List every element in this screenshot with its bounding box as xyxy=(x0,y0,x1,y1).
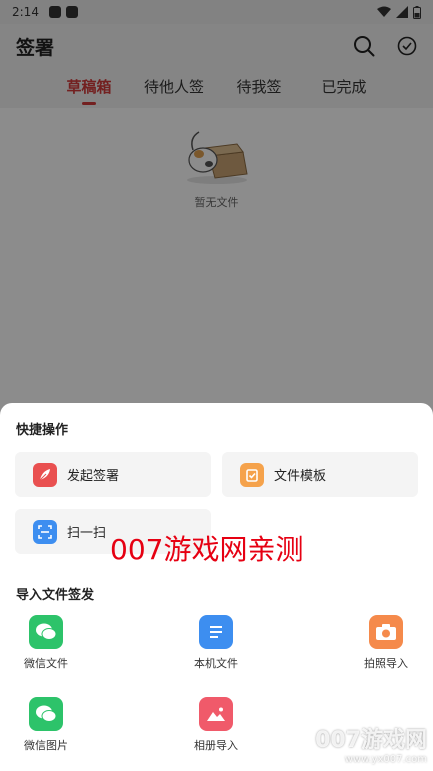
import-wechat-file-button[interactable]: 微信文件 xyxy=(6,615,86,671)
camera-icon xyxy=(369,615,403,649)
wechat-file-icon xyxy=(29,615,63,649)
quill-icon xyxy=(33,462,57,487)
scan-label: 扫一扫 xyxy=(67,526,107,541)
import-camera-label: 拍照导入 xyxy=(364,657,408,670)
bottom-sheet: 快捷操作 发起签署 文件模板 扫一扫 导入文件签发 微信文件 本机文件 拍照导入… xyxy=(0,403,433,771)
start-signing-label: 发起签署 xyxy=(67,469,120,484)
import-local-file-button[interactable]: 本机文件 xyxy=(176,615,256,671)
template-icon xyxy=(240,462,264,487)
watermark-url: www.yx007.com xyxy=(344,754,427,765)
file-template-label: 文件模板 xyxy=(274,469,327,484)
scan-icon xyxy=(33,519,57,544)
import-wechat-image-button[interactable]: 微信图片 xyxy=(6,697,86,753)
quick-actions-title: 快捷操作 xyxy=(16,423,69,438)
start-signing-button[interactable]: 发起签署 xyxy=(15,452,211,497)
watermark-text: 007游戏网亲测 xyxy=(110,533,304,566)
import-section-title: 导入文件签发 xyxy=(16,588,95,603)
local-file-icon xyxy=(199,615,233,649)
import-wechat-image-label: 微信图片 xyxy=(24,739,68,752)
import-album-label: 相册导入 xyxy=(194,739,238,752)
album-icon xyxy=(199,697,233,731)
import-wechat-file-label: 微信文件 xyxy=(24,657,68,670)
import-local-file-label: 本机文件 xyxy=(194,657,238,670)
wechat-image-icon xyxy=(29,697,63,731)
watermark-logo-text: 007游戏网 xyxy=(315,728,427,753)
import-album-button[interactable]: 相册导入 xyxy=(176,697,256,753)
file-template-button[interactable]: 文件模板 xyxy=(222,452,418,497)
watermark-logo: 007游戏网 www.yx007.com xyxy=(315,722,427,765)
import-camera-button[interactable]: 拍照导入 xyxy=(346,615,426,671)
